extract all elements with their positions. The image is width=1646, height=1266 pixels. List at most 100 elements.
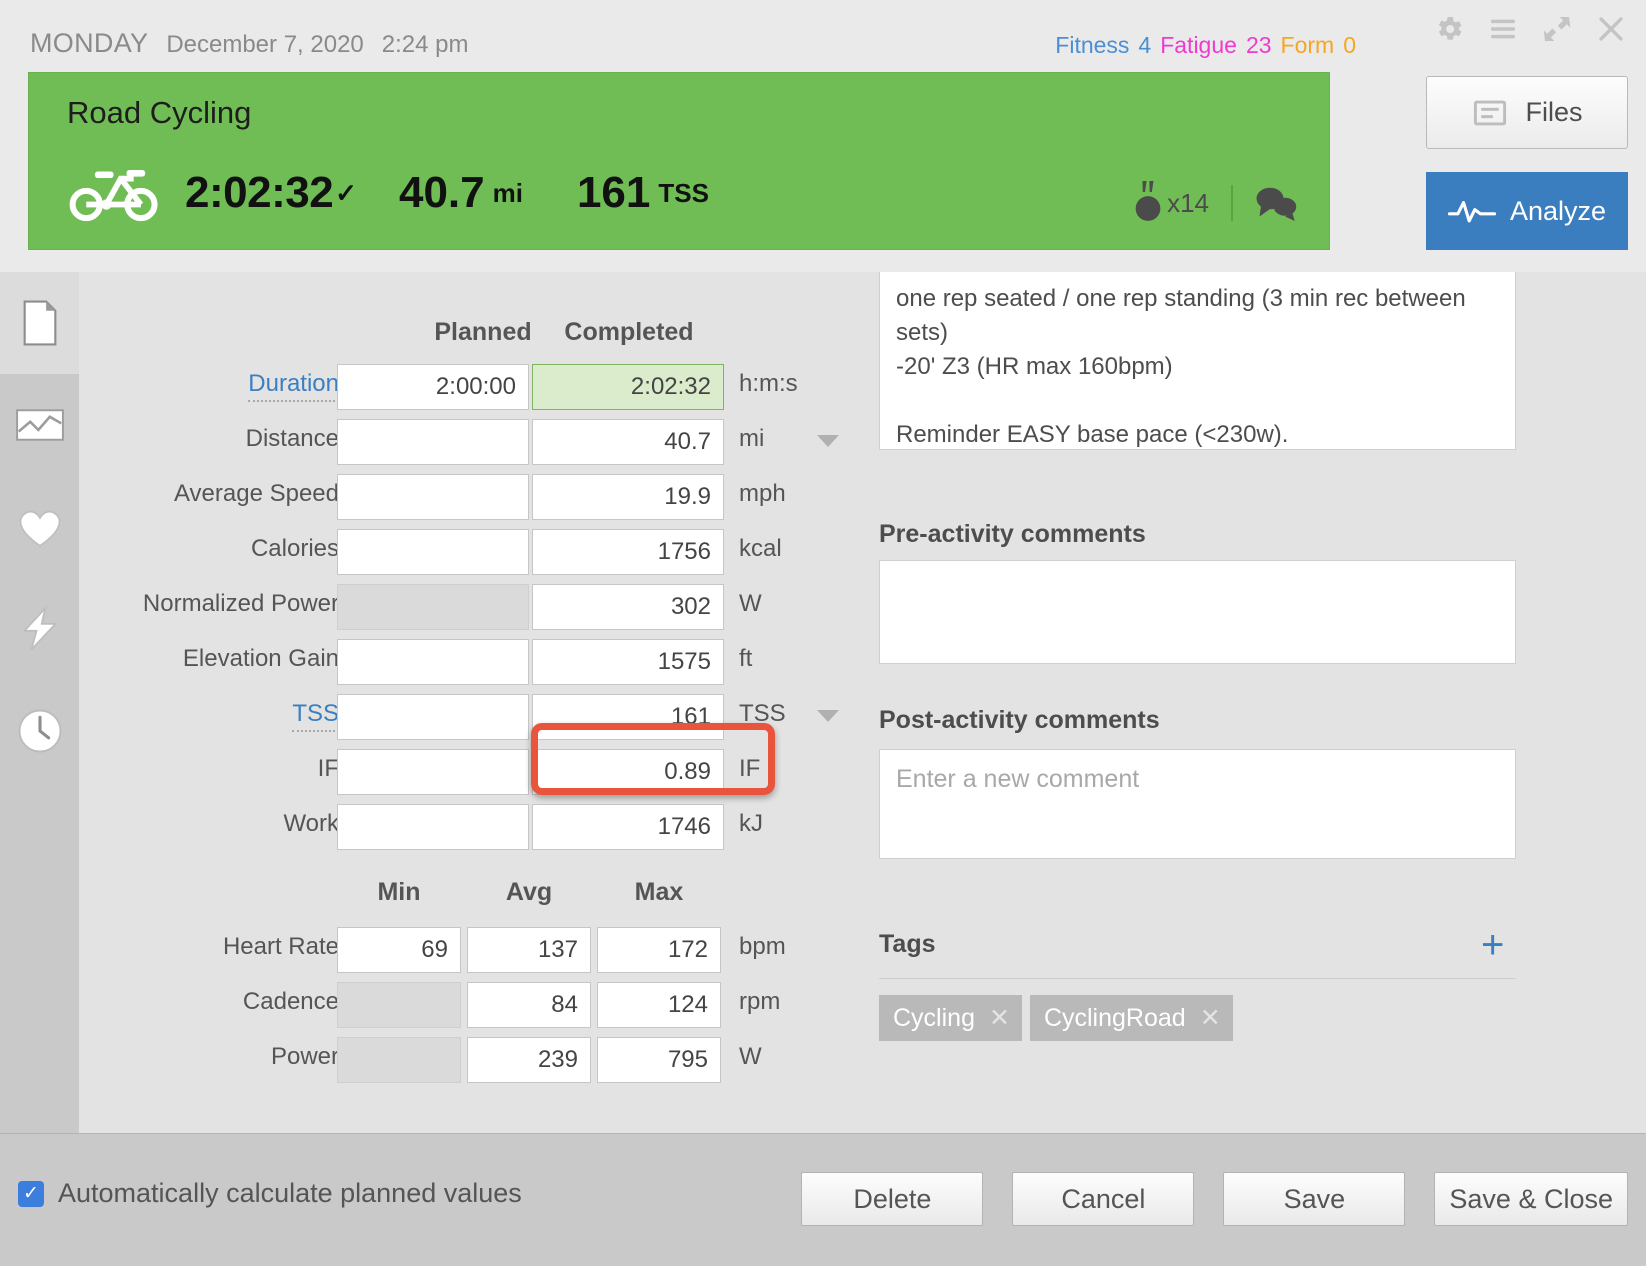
workout-description[interactable]: one rep seated / one rep standing (3 min… [879, 272, 1516, 450]
tags-divider [879, 978, 1516, 979]
delete-button[interactable]: Delete [801, 1172, 984, 1226]
distance-unit: mi [492, 177, 523, 208]
workout-body: Planned Completed Duration 2:00:00 2:02:… [0, 272, 1646, 1134]
add-tag-icon[interactable]: + [1481, 925, 1504, 965]
duration-value: 2:02:32 [185, 168, 334, 217]
post-activity-comments-title: Post-activity comments [879, 706, 1160, 734]
auto-calculate-checkbox[interactable]: ✓ [18, 1180, 44, 1207]
completed-work-input[interactable]: 1746 [532, 804, 724, 850]
planned-elevation-gain-input[interactable] [337, 639, 529, 685]
banner-meta: x14 [1131, 181, 1297, 225]
completed-if-input[interactable]: 0.89 [532, 749, 724, 795]
planned-duration-input[interactable]: 2:00:00 [337, 364, 529, 410]
planned-if-input[interactable] [337, 749, 529, 795]
planned-work-input[interactable] [337, 804, 529, 850]
sidebar-item-power[interactable] [0, 578, 79, 680]
save-and-close-button[interactable]: Save & Close [1434, 1172, 1628, 1226]
completed-tss-input[interactable]: 161 [532, 694, 724, 740]
form-label: Form [1280, 32, 1335, 58]
gear-icon[interactable] [1432, 12, 1466, 46]
cadence-min-input [337, 982, 461, 1028]
medal-count: x14 [1167, 187, 1209, 218]
unit-duration: h:m:s [739, 370, 798, 397]
pre-activity-comments-input[interactable] [879, 560, 1516, 664]
row-work: Work 1746 kJ [79, 804, 869, 850]
planned-tss-input[interactable] [337, 694, 529, 740]
tag-chip[interactable]: CyclingRoad ✕ [1029, 995, 1233, 1041]
planned-calories-input[interactable] [337, 529, 529, 575]
row-label-tss[interactable]: TSS [292, 700, 339, 732]
heart-rate-min-input[interactable]: 69 [337, 927, 461, 973]
save-button[interactable]: Save [1223, 1172, 1406, 1226]
activity-summary-banner[interactable]: Road Cycling 2:02:32 ✓ 40.7 mi 161 TSS x… [28, 72, 1330, 250]
completed-calories-input[interactable]: 1756 [532, 529, 724, 575]
unit-distance: mi [739, 425, 765, 452]
bicycle-icon [67, 161, 163, 225]
unit-normalized-power: W [739, 590, 762, 617]
expand-icon[interactable] [1540, 12, 1574, 46]
row-label-calories: Calories [250, 535, 339, 562]
auto-calculate-checkbox-group[interactable]: ✓ Automatically calculate planned values [18, 1178, 522, 1209]
row-calories: Calories 1756 kcal [79, 529, 869, 575]
power-avg-input[interactable]: 239 [467, 1037, 591, 1083]
analyze-button-label: Analyze [1509, 195, 1607, 226]
analyze-button[interactable]: Analyze [1426, 172, 1628, 250]
medal-group[interactable]: x14 [1131, 181, 1209, 225]
power-min-input [337, 1037, 461, 1083]
row-label-duration[interactable]: Duration [248, 370, 339, 402]
distance-value: 40.7 [398, 168, 485, 217]
chart-icon [15, 409, 64, 441]
sidebar-item-time[interactable] [0, 680, 79, 782]
time-label: 2:24 pm [381, 31, 469, 58]
row-normalized-power: Normalized Power 302 W [79, 584, 869, 630]
fatigue-label: Fatigue [1160, 32, 1237, 58]
files-icon [1474, 100, 1507, 125]
planned-distance-input[interactable] [337, 419, 529, 465]
unit-work: kJ [739, 810, 763, 837]
planned-average-speed-input[interactable] [337, 474, 529, 520]
row-label-distance: Distance [245, 425, 339, 452]
window-footer: ✓ Automatically calculate planned values… [0, 1133, 1646, 1266]
heart-rate-max-input[interactable]: 172 [597, 927, 721, 973]
completed-distance-input[interactable]: 40.7 [532, 419, 724, 465]
form-value: 0 [1343, 32, 1356, 58]
row-label-cadence: Cadence [242, 988, 339, 1015]
sidebar-item-summary[interactable] [0, 272, 79, 374]
cadence-max-input[interactable]: 124 [597, 982, 721, 1028]
row-if: IF 0.89 IF [79, 749, 869, 795]
sidebar-item-heartrate[interactable] [0, 476, 79, 578]
row-label-elevation-gain: Elevation Gain [182, 645, 339, 672]
post-activity-comments-input[interactable]: Enter a new comment [879, 749, 1516, 859]
completed-average-speed-input[interactable]: 19.9 [532, 474, 724, 520]
tss-unit-caret-icon[interactable] [817, 710, 839, 722]
remove-tag-icon[interactable]: ✕ [989, 1003, 1010, 1033]
col-header-completed: Completed [564, 318, 694, 346]
document-icon [23, 300, 56, 346]
row-heart-rate: Heart Rate 69 137 172 bpm [79, 927, 869, 973]
sidebar-item-chart[interactable] [0, 374, 79, 476]
comments-icon [1256, 187, 1297, 221]
menu-icon[interactable] [1486, 12, 1520, 46]
remove-tag-icon[interactable]: ✕ [1200, 1003, 1221, 1033]
unit-heart-rate: bpm [739, 933, 786, 960]
files-button[interactable]: Files [1426, 76, 1628, 149]
unit-calories: kcal [739, 535, 782, 562]
cadence-avg-input[interactable]: 84 [467, 982, 591, 1028]
power-max-input[interactable]: 795 [597, 1037, 721, 1083]
heart-rate-avg-input[interactable]: 137 [467, 927, 591, 973]
distance-unit-caret-icon[interactable] [817, 435, 839, 447]
pre-activity-comments-title: Pre-activity comments [879, 520, 1146, 548]
tag-chip[interactable]: Cycling ✕ [879, 995, 1022, 1041]
completed-duration-input[interactable]: 2:02:32 [532, 364, 724, 410]
row-average-speed: Average Speed 19.9 mph [79, 474, 869, 520]
col-header-min: Min [377, 878, 421, 906]
date-line: MONDAY December 7, 2020 2:24 pm [30, 28, 468, 59]
tag-label: CyclingRoad [1043, 1003, 1186, 1032]
tag-label: Cycling [893, 1003, 975, 1032]
completed-normalized-power-input[interactable]: 302 [532, 584, 724, 630]
cancel-button[interactable]: Cancel [1012, 1172, 1195, 1226]
close-icon[interactable] [1594, 12, 1628, 46]
completed-elevation-gain-input[interactable]: 1575 [532, 639, 724, 685]
workout-content: Planned Completed Duration 2:00:00 2:02:… [79, 272, 1646, 1134]
footer-buttons: Delete Cancel Save Save & Close [801, 1172, 1628, 1226]
